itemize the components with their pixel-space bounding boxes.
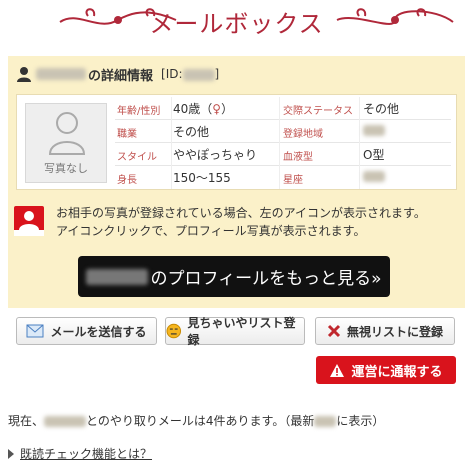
profile-panel: の詳細情報 [ID:] 写真なし 年齢/性別 40歳（♀） 交際ステータス その… — [8, 56, 465, 308]
profile-detail-box: 写真なし 年齢/性別 40歳（♀） 交際ステータス その他 職業 その他 登録地… — [16, 94, 457, 190]
blurred-zodiac — [363, 171, 385, 182]
send-mail-button[interactable]: メールを送信する — [16, 317, 157, 345]
blurred-username — [36, 68, 86, 80]
envelope-icon — [26, 324, 44, 338]
id-close: ] — [214, 67, 220, 81]
no-photo-person-icon — [48, 112, 86, 155]
view-more-profile-button[interactable]: のプロフィールをもっと見る» — [78, 256, 390, 297]
report-button[interactable]: 運営に通報する — [316, 356, 456, 384]
relationship-status-value: その他 — [363, 102, 400, 116]
attribute-row: スタイル ややぽっちゃり 血液型 O型 — [115, 143, 451, 166]
blurred-sort-order — [314, 416, 337, 427]
profile-heading: の詳細情報 [ID:] — [16, 64, 219, 84]
age-gender-value: 40歳（♀） — [173, 100, 233, 117]
mail-count-status: 現在、 とのやり取りメールは4件あります。（最新 に表示） — [8, 412, 384, 429]
occupation-label: 職業 — [117, 129, 137, 140]
id-label: [ID: — [161, 67, 183, 81]
ignore-list-button[interactable]: 無視リストに登録 — [315, 317, 455, 345]
attribute-row: 身長 150〜155 星座 — [115, 166, 451, 189]
triangle-bullet-icon — [8, 448, 14, 459]
age-value: 40歳（ — [173, 102, 213, 116]
attribute-row: 年齢/性別 40歳（♀） 交際ステータス その他 — [115, 97, 451, 120]
report-label: 運営に通報する — [351, 364, 443, 380]
blurred-username — [44, 416, 87, 427]
female-icon: ♀ — [212, 102, 222, 116]
blurred-username — [86, 268, 149, 285]
blurred-id — [182, 68, 215, 81]
send-mail-label: メールを送信する — [50, 324, 147, 339]
style-value: ややぽっちゃり — [173, 148, 258, 162]
status-prefix: 現在、 — [8, 414, 45, 428]
read-check-link[interactable]: 既読チェック機能とは？ — [20, 445, 152, 462]
photo-notice-text: お相手の写真が登録されている場合、左のアイコンが表示されます。 アイコンクリック… — [56, 204, 426, 240]
dislike-list-label: 見ちゃいやリスト登録 — [187, 316, 296, 347]
profile-attributes: 年齢/性別 40歳（♀） 交際ステータス その他 職業 その他 登録地域 スタイ… — [115, 97, 451, 189]
read-check-row: 既読チェック機能とは？ — [8, 445, 152, 462]
age-close: ） — [221, 102, 234, 116]
profile-photo: 写真なし — [25, 103, 107, 183]
profile-heading-title: の詳細情報 — [88, 68, 154, 84]
warning-icon — [330, 363, 345, 377]
person-icon — [17, 67, 31, 82]
ignore-list-label: 無視リストに登録 — [346, 324, 443, 339]
blood-type-label: 血液型 — [283, 152, 313, 163]
blurred-region — [363, 125, 385, 136]
no-photo-label: 写真なし — [44, 162, 88, 175]
ornament-right-icon — [336, 8, 454, 25]
notice-line-2: アイコンクリックで、プロフィール写真が表示されます。 — [56, 224, 366, 238]
page-header: メールボックス — [0, 0, 473, 44]
notice-line-1: お相手の写真が登録されている場合、左のアイコンが表示されます。 — [56, 206, 426, 220]
region-label: 登録地域 — [283, 129, 323, 140]
face-icon — [166, 323, 182, 339]
blood-type-value: O型 — [363, 148, 385, 162]
zodiac-label: 星座 — [283, 175, 303, 186]
height-label: 身長 — [117, 175, 137, 186]
dislike-list-button[interactable]: 見ちゃいやリスト登録 — [165, 316, 305, 347]
x-mark-icon — [327, 324, 341, 338]
view-more-profile-label: のプロフィールをもっと見る» — [150, 269, 382, 289]
status-suffix: に表示） — [336, 414, 385, 428]
age-gender-label: 年齢/性別 — [117, 106, 161, 117]
relationship-status-label: 交際ステータス — [283, 106, 353, 117]
region-value — [363, 123, 385, 137]
style-label: スタイル — [117, 152, 157, 163]
status-middle: とのやり取りメールは4件あります。（最新 — [86, 414, 315, 428]
occupation-value: その他 — [173, 125, 210, 139]
height-value: 150〜155 — [173, 171, 231, 185]
zodiac-value — [363, 169, 385, 183]
view-photo-icon — [14, 206, 44, 236]
attribute-row: 職業 その他 登録地域 — [115, 120, 451, 143]
profile-id: [ID:] — [161, 67, 219, 81]
